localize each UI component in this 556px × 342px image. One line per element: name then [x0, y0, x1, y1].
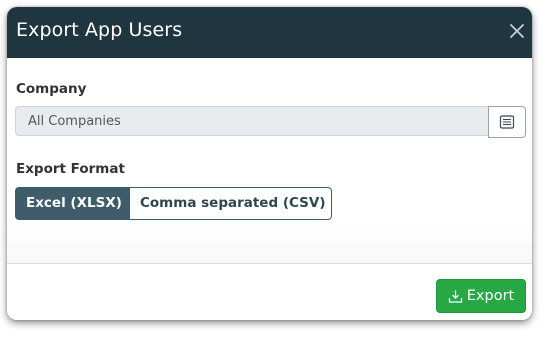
- dialog-title: Export App Users: [16, 19, 183, 41]
- export-format-label: Export Format: [16, 161, 125, 177]
- export-app-users-dialog: Export App Users Company All Companies E…: [7, 7, 532, 320]
- close-icon: [510, 24, 524, 38]
- export-button-label: Export: [466, 288, 515, 304]
- export-button[interactable]: Export: [436, 279, 526, 313]
- dialog-header: Export App Users: [7, 7, 532, 58]
- body-divider-shade: [7, 227, 532, 263]
- company-field[interactable]: All Companies: [15, 106, 488, 136]
- dialog-footer: Export: [7, 263, 532, 320]
- company-label: Company: [16, 81, 87, 97]
- list-icon: [499, 115, 515, 129]
- format-option-xlsx[interactable]: Excel (XLSX): [15, 187, 130, 220]
- download-icon: [448, 290, 462, 303]
- format-option-csv[interactable]: Comma separated (CSV): [130, 187, 332, 220]
- company-browse-button[interactable]: [488, 106, 526, 138]
- close-button[interactable]: [506, 20, 528, 42]
- export-format-toggle: Excel (XLSX) Comma separated (CSV): [15, 187, 332, 220]
